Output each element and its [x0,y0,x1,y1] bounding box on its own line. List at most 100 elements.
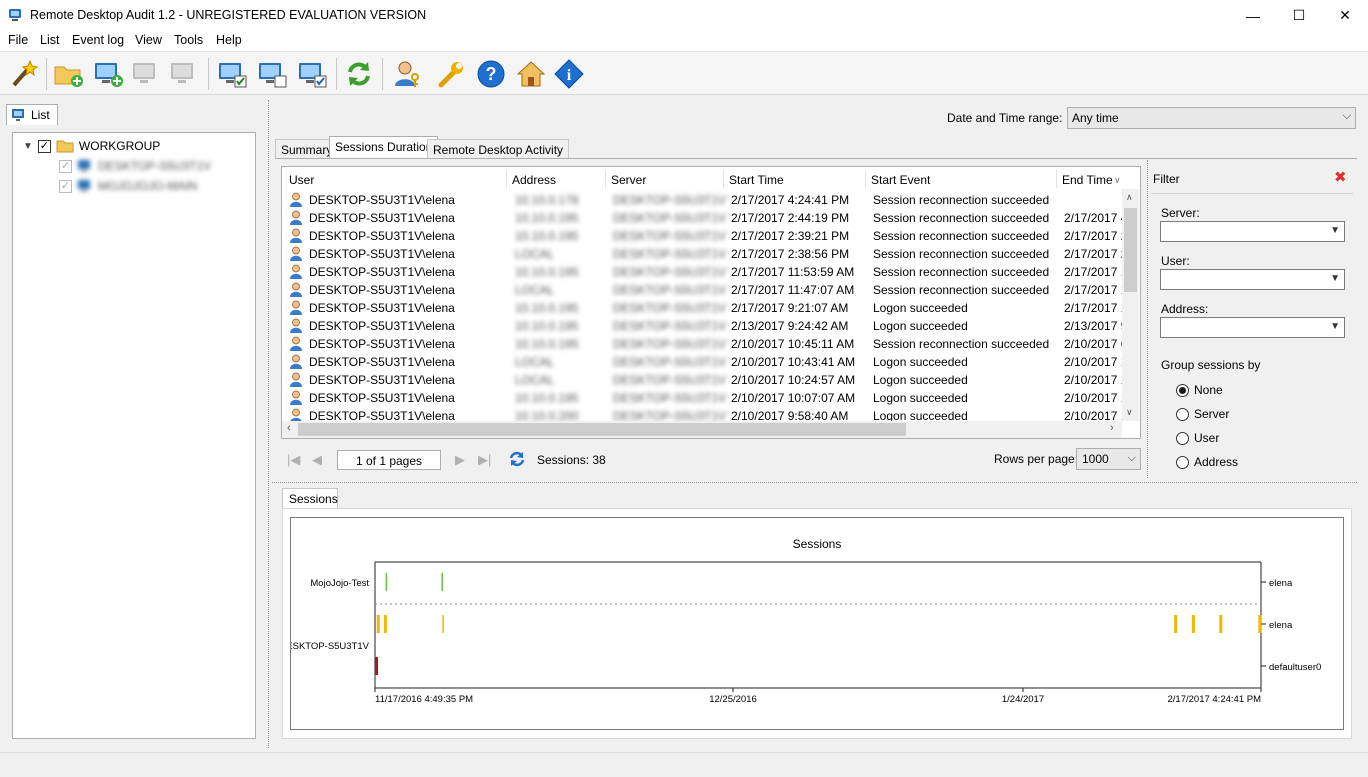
horizontal-splitter[interactable] [272,482,1357,483]
cell-start-event: Session reconnection succeeded [873,247,1050,261]
settings-button[interactable] [434,57,468,91]
vertical-scroll-thumb[interactable] [1124,208,1137,292]
scroll-right-icon[interactable]: › [1110,422,1114,434]
horizontal-scroll-thumb[interactable] [298,423,906,436]
edit-computer-button[interactable] [130,57,164,91]
table-row[interactable]: DESKTOP-S5U3T1V\elena 10.10.0.195 DESKTOP-… [282,317,1140,335]
menu-event-log[interactable]: Event log [72,33,124,47]
check-computer-button[interactable] [216,57,250,91]
column-separator[interactable] [605,170,606,188]
next-page-icon[interactable]: ▶ [455,452,465,468]
column-separator[interactable] [865,170,866,188]
scroll-up-icon[interactable]: ∧ [1126,192,1133,203]
scroll-down-icon[interactable]: ∨ [1126,407,1133,418]
maximize-button[interactable]: ☐ [1276,0,1322,31]
group-by-address-radio[interactable]: Address [1176,455,1238,469]
workgroup-checkbox[interactable]: ✓ [37,139,51,153]
menu-bar: File List Event log View Tools Help [0,31,1368,51]
rows-per-page-select[interactable]: 1000 ⌵ [1076,448,1141,470]
column-separator[interactable] [506,170,507,188]
menu-list[interactable]: List [40,33,59,47]
credentials-button[interactable] [390,57,424,91]
session-bar [1219,615,1223,633]
tree-node-computer[interactable]: ✓ MOJOJOJO-MAIN [59,177,197,195]
uncheck-computer-icon [259,63,287,88]
toolbar-separator [336,58,337,90]
computer-tree[interactable]: ▼ ✓ WORKGROUP ✓ DESKTOP-S5U3T1V ✓ MOJOJO… [12,132,256,739]
user-filter-combo[interactable]: ▼ [1160,269,1345,290]
close-button[interactable]: ✕ [1322,0,1368,31]
filter-splitter[interactable] [1147,160,1148,478]
tree-node-workgroup[interactable]: ▼ ✓ WORKGROUP [23,137,160,155]
computer-checkbox[interactable]: ✓ [59,159,72,173]
column-header-address[interactable]: Address [512,173,556,187]
last-page-icon[interactable]: ▶| [478,452,491,468]
user-icon [290,300,302,315]
address-filter-combo[interactable]: ▼ [1160,317,1345,338]
table-row[interactable]: DESKTOP-S5U3T1V\elena LOCAL DESKTOP-S5U3T1… [282,245,1140,263]
table-row[interactable]: DESKTOP-S5U3T1V\elena LOCAL DESKTOP-S5U3T1… [282,281,1140,299]
cell-start-event: Logon succeeded [873,319,968,333]
first-page-icon[interactable]: |◀ [287,452,300,468]
remove-computer-button[interactable] [168,57,202,91]
column-header-start-time[interactable]: Start Time [729,173,784,187]
group-by-server-radio[interactable]: Server [1176,407,1229,421]
menu-view[interactable]: View [135,33,162,47]
table-row[interactable]: DESKTOP-S5U3T1V\elena 10.10.0.195 DESKTOP-… [282,335,1140,353]
sessions-grid[interactable]: User Address Server Start Time Start Eve… [281,166,1141,439]
minimize-button[interactable]: — [1230,0,1276,31]
group-by-user-radio[interactable]: User [1176,431,1219,445]
page-indicator[interactable]: 1 of 1 pages [337,450,441,470]
refresh-button[interactable] [342,57,376,91]
check-all-button[interactable] [296,57,330,91]
menu-file[interactable]: File [8,33,28,47]
cell-user: DESKTOP-S5U3T1V\elena [309,337,455,351]
server-filter-combo[interactable]: ▼ [1160,221,1345,242]
help-button[interactable]: ? [474,57,508,91]
column-header-start-event[interactable]: Start Event [871,173,930,187]
table-row[interactable]: DESKTOP-S5U3T1V\elena 10.10.0.178 DESKTOP-… [282,191,1140,209]
close-filter-icon[interactable]: ✖ [1334,168,1347,186]
table-row[interactable]: DESKTOP-S5U3T1V\elena 10.10.0.195 DESKTOP-… [282,227,1140,245]
reload-icon[interactable] [508,450,526,468]
date-range-select[interactable]: Any time ⌵ [1067,107,1356,129]
tab-list[interactable]: List [6,104,58,125]
menu-tools[interactable]: Tools [174,33,203,47]
column-header-user[interactable]: User [289,173,314,187]
uncheck-computer-button[interactable] [256,57,290,91]
scroll-left-icon[interactable]: ‹ [287,422,291,434]
tab-sessions-duration[interactable]: Sessions Duration [329,136,439,158]
table-row[interactable]: DESKTOP-S5U3T1V\elena 10.10.0.195 DESKTOP-… [282,389,1140,407]
add-computer-button[interactable] [92,57,126,91]
computer-icon [78,160,90,172]
panel-splitter[interactable] [268,100,269,748]
home-icon [516,61,546,87]
add-folder-button[interactable] [52,57,86,91]
column-separator[interactable] [1056,170,1057,188]
tab-remote-desktop-activity[interactable]: Remote Desktop Activity [427,139,570,159]
column-header-end-time[interactable]: End Time [1062,173,1113,187]
table-row[interactable]: DESKTOP-S5U3T1V\elena LOCAL DESKTOP-S5U3T1… [282,371,1140,389]
cell-start-event: Session reconnection succeeded [873,265,1050,279]
table-row[interactable]: DESKTOP-S5U3T1V\elena LOCAL DESKTOP-S5U3T1… [282,353,1140,371]
table-row[interactable]: DESKTOP-S5U3T1V\elena 10.10.0.195 DESKTOP-… [282,299,1140,317]
cell-end-time: 2/17/2017 1 [1064,265,1128,279]
tree-node-computer[interactable]: ✓ DESKTOP-S5U3T1V [59,157,211,175]
grid-header: User Address Server Start Time Start Eve… [282,167,1140,191]
column-separator[interactable] [723,170,724,188]
menu-help[interactable]: Help [216,33,242,47]
table-row[interactable]: DESKTOP-S5U3T1V\elena 10.10.0.195 DESKTOP-… [282,209,1140,227]
tab-sessions[interactable]: Sessions [282,488,338,509]
settings-wrench-icon [438,62,463,88]
computer-checkbox[interactable]: ✓ [59,179,72,193]
previous-page-icon[interactable]: ◀ [312,452,322,468]
toolbar-separator [208,58,209,90]
column-header-server[interactable]: Server [611,173,646,187]
svg-text:?: ? [486,64,497,84]
group-by-none-radio[interactable]: None [1176,383,1223,397]
about-button[interactable]: i [552,57,586,91]
home-button[interactable] [514,57,548,91]
table-row[interactable]: DESKTOP-S5U3T1V\elena 10.10.0.195 DESKTOP-… [282,263,1140,281]
collapse-chevron-icon[interactable]: ▼ [23,141,33,152]
wizard-button[interactable] [6,57,40,91]
